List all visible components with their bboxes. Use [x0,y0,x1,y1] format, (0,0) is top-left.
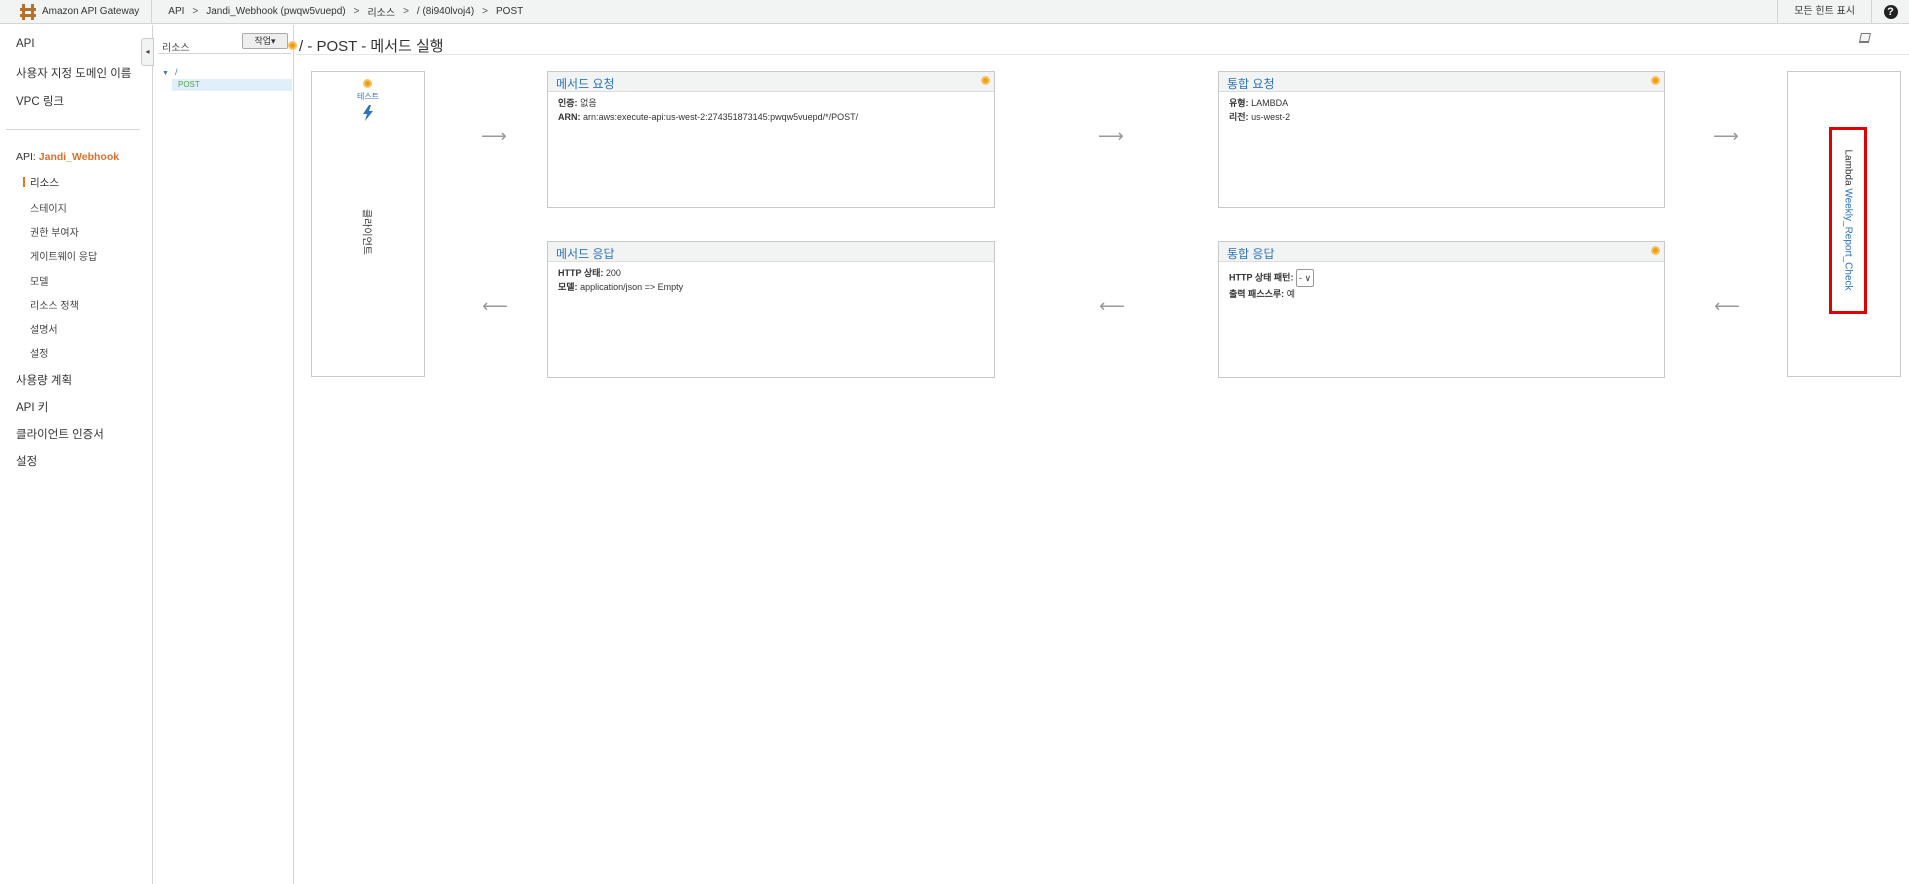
auth-value: 없음 [580,98,597,108]
nav-client-certificates[interactable]: 클라이언트 인증서 [16,426,104,442]
help-icon: ? [1883,5,1898,19]
model-label: 모델: [558,282,578,292]
nav-gateway-responses[interactable]: 게이트웨이 응답 [30,248,97,263]
resources-divider [158,53,291,54]
type-value: LAMBDA [1251,98,1289,108]
arrow-left-icon: ⟵ [1099,296,1125,316]
top-navigation-bar: Amazon API Gateway API > Jandi_Webhook (… [0,0,1909,24]
lambda-label: Lambda Weekly_Report_Check [1843,149,1854,290]
active-indicator [23,177,25,187]
integration-response-title[interactable]: 통합 응답 [1227,245,1275,262]
integration-request-title[interactable]: 통합 요청 [1227,75,1275,92]
arn-value: arn:aws:execute-api:us-west-2:2743518731… [583,112,859,122]
page-title: / - POST - 메서드 실행 [288,35,444,56]
method-request-title[interactable]: 메서드 요청 [556,75,615,92]
info-dot-icon[interactable] [288,41,297,50]
arn-label: ARN: [558,112,581,122]
nav-api-keys[interactable]: API 키 [16,399,48,415]
lambda-prefix: Lambda [1842,149,1854,186]
output-passthrough-label: 출력 패스스루: [1229,289,1285,299]
nav-api-settings[interactable]: 설정 [30,345,48,360]
nav-api-heading[interactable]: API: Jandi_Webhook [16,151,119,163]
resource-tree-panel: 리소스 작업▾ ▼ / POST [154,25,294,884]
lambda-column: Lambda Weekly_Report_Check [1787,71,1901,377]
nav-documentation[interactable]: 설명서 [30,321,58,336]
breadcrumb-separator: > [482,6,489,17]
nav-models[interactable]: 모델 [30,273,48,288]
method-request-info-dot-icon[interactable] [981,76,990,85]
tree-root-label: / [174,67,178,77]
breadcrumb-separator: > [403,6,409,17]
method-response-title[interactable]: 메서드 응답 [556,245,615,262]
status-pattern-value: - [1298,273,1302,283]
arrow-right-icon: ⟶ [481,126,507,146]
actions-dropdown-button[interactable]: 작업▾ [242,33,288,49]
breadcrumb-separator: > [192,6,199,17]
page-title-text: / - POST - 메서드 실행 [299,38,444,55]
integration-request-box: 통합 요청 유형: LAMBDA 리전: us-west-2 [1218,71,1665,208]
left-navigation: API 사용자 지정 도메인 이름 VPC 링크 API: Jandi_Webh… [0,25,153,884]
type-label: 유형: [1229,98,1249,108]
test-link[interactable]: 테스트 [312,91,424,102]
tree-root-node[interactable]: ▼ / [162,67,177,77]
breadcrumb-resources[interactable]: 리소스 [367,4,395,19]
auth-label: 인증: [558,98,578,108]
lambda-function-link[interactable]: Weekly_Report_Check [1843,188,1854,290]
chevron-down-icon: ∨ [1304,273,1312,283]
arrow-left-icon: ⟵ [482,296,508,316]
breadcrumb: API > Jandi_Webhook (pwqw5vuepd) > 리소스 >… [162,4,523,19]
region-value: us-west-2 [1251,112,1291,122]
nav-vpc-links[interactable]: VPC 링크 [16,93,64,109]
nav-settings[interactable]: 설정 [16,453,37,469]
http-status-value: 200 [605,268,621,278]
status-pattern-select[interactable]: - ∨ [1295,269,1315,287]
nav-api[interactable]: API [16,38,35,50]
collapse-sidebar-button[interactable]: ◂ [141,38,154,66]
nav-stages[interactable]: 스테이지 [30,200,67,215]
client-label-text: 클라이언트 [360,209,372,255]
api-gateway-logo-icon [20,3,36,20]
breadcrumb-method[interactable]: POST [496,6,523,17]
nav-api-prefix: API: [16,151,36,163]
arrow-right-icon: ⟶ [1098,126,1124,146]
method-request-box: 메서드 요청 인증: 없음 ARN: arn:aws:execute-api:u… [547,71,995,208]
nav-custom-domain-names[interactable]: 사용자 지정 도메인 이름 [16,65,131,81]
breadcrumb-api-name[interactable]: Jandi_Webhook (pwqw5vuepd) [206,6,345,17]
show-all-hints-button[interactable]: 모든 힌트 표시 [1777,0,1871,24]
tree-method-post[interactable]: POST [172,79,292,91]
nav-usage-plans[interactable]: 사용량 계획 [16,372,72,388]
region-label: 리전: [1229,112,1249,122]
integration-response-box: 통합 응답 HTTP 상태 패턴: - ∨ 출력 패스스루: 예 [1218,241,1665,378]
nav-resources[interactable]: 리소스 [30,175,59,190]
breadcrumb-api[interactable]: API [168,6,184,17]
client-column: 테스트 클라이언트 [311,71,425,377]
help-button[interactable]: ? [1871,0,1909,24]
nav-resource-policy[interactable]: 리소스 정책 [30,297,79,312]
integration-request-info-dot-icon[interactable] [1651,76,1660,85]
lightning-icon[interactable] [361,105,375,121]
output-passthrough-value: 예 [1286,289,1295,299]
app-name[interactable]: Amazon API Gateway [42,6,139,17]
method-response-box: 메서드 응답 HTTP 상태: 200 모델: application/json… [547,241,995,378]
http-status-label: HTTP 상태: [558,268,604,278]
tree-toggle-icon[interactable]: ▼ [162,70,169,77]
model-value: application/json => Empty [580,282,684,292]
title-divider [296,54,1909,55]
integration-response-info-dot-icon[interactable] [1651,246,1660,255]
breadcrumb-resource-path[interactable]: / (8i940lvoj4) [417,6,474,17]
client-label: 클라이언트 [356,197,380,267]
breadcrumb-separator: > [353,6,360,17]
nav-divider [6,129,140,130]
book-icon[interactable] [1859,33,1871,44]
arrow-left-icon: ⟵ [1714,296,1740,316]
status-pattern-label: HTTP 상태 패턴: [1229,272,1294,283]
nav-authorizers[interactable]: 권한 부여자 [30,224,79,239]
nav-api-name: Jandi_Webhook [38,151,120,163]
lambda-highlight-box: Lambda Weekly_Report_Check [1829,127,1867,314]
test-info-dot-icon[interactable] [363,79,372,88]
resources-title: 리소스 [162,43,190,54]
arrow-right-icon: ⟶ [1713,126,1739,146]
